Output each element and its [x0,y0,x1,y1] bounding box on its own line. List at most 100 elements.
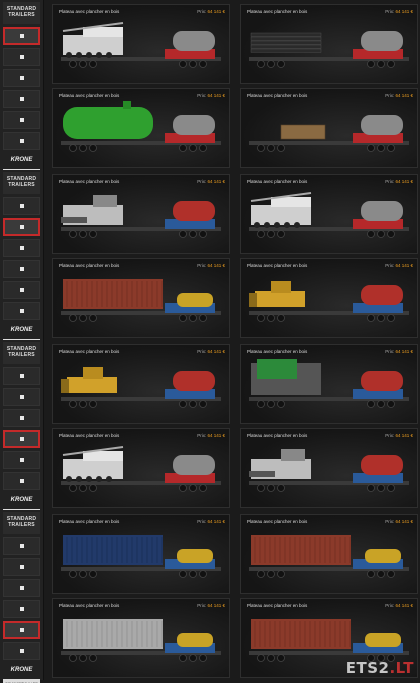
crane-cargo-icon [249,192,409,238]
trailer-variant-button[interactable] [3,451,40,469]
trailer-preview-card[interactable]: Plateau avec plancher en bois Prix: 64 14… [52,344,230,424]
card-price: Prix: 64 141 € [385,93,413,98]
price-label: Prix: [385,263,396,268]
price-label: Prix: [385,9,396,14]
trailer-render [61,279,221,322]
square-icon [19,649,24,653]
trailer-variant-button[interactable] [3,302,40,320]
trailer-section: STANDARD TRAILERSKRONESCHWARZMULLER Plate… [0,510,420,683]
trailer-preview-card[interactable]: Plateau avec plancher en bois Prix: 64 14… [240,4,418,84]
trailer-preview-card[interactable]: Plateau avec plancher en bois Prix: 64 14… [240,344,418,424]
card-price: Prix: 64 141 € [197,93,225,98]
trailer-preview-card[interactable]: Plateau avec plancher en bois Prix: 64 14… [52,598,230,678]
price-value: 64 141 € [395,349,413,354]
trailer-preview-card[interactable]: Plateau avec plancher en bois Prix: 64 14… [52,258,230,338]
trailer-variant-button[interactable] [3,579,40,597]
trailer-preview-card[interactable]: Plateau avec plancher en bois Prix: 64 14… [52,174,230,254]
trailer-variant-button[interactable] [3,197,40,215]
price-label: Prix: [197,179,208,184]
trailer-variant-button[interactable] [3,367,40,385]
price-label: Prix: [197,433,208,438]
trailer-variant-button[interactable] [3,111,40,129]
card-price: Prix: 64 141 € [197,179,225,184]
crane-cargo-icon [61,22,221,68]
trailer-render [61,195,221,238]
square-icon [19,246,24,250]
trailer-render [61,367,221,408]
trailer-variant-button[interactable] [3,409,40,427]
price-value: 64 141 € [207,263,225,268]
trailer-preview-card[interactable]: Plateau avec plancher en bois Prix: 64 14… [52,4,230,84]
trailer-preview-card[interactable]: Plateau avec plancher en bois Prix: 64 14… [240,514,418,594]
trailer-variant-button[interactable] [3,132,40,150]
price-label: Prix: [385,603,396,608]
square-icon [19,118,24,122]
harvester-cargo-icon [61,195,221,238]
price-value: 64 141 € [395,519,413,524]
trailer-variant-button[interactable] [3,537,40,555]
trailer-type-sidebar: STANDARD TRAILERSKRONESCHWARZMULLER [0,510,44,683]
trailer-variant-button[interactable] [3,558,40,576]
trailer-variant-button[interactable] [3,600,40,618]
watermark-suffix: .LT [389,659,414,677]
card-price: Prix: 64 141 € [385,519,413,524]
trailer-preview-card[interactable]: Plateau avec plancher en bois Prix: 64 14… [240,428,418,508]
trailer-variant-button[interactable] [3,27,40,45]
price-value: 64 141 € [207,519,225,524]
price-value: 64 141 € [395,9,413,14]
crate-cargo-icon [249,115,409,152]
card-price: Prix: 64 141 € [197,263,225,268]
bulldozer-cargo-icon [61,367,221,408]
trailer-variant-button[interactable] [3,388,40,406]
card-title: Plateau avec plancher en bois [59,263,120,268]
trailer-variant-button[interactable] [3,48,40,66]
trailer-render [249,281,409,322]
square-icon [19,628,24,632]
trailer-type-sidebar: STANDARD TRAILERSKRONESCHWARZMULLER [0,0,44,179]
card-title: Plateau avec plancher en bois [59,519,120,524]
trailer-preview-card[interactable]: Plateau avec plancher en bois Prix: 64 14… [52,514,230,594]
trailer-preview-card[interactable]: Plateau avec plancher en bois Prix: 64 14… [240,258,418,338]
card-price: Prix: 64 141 € [385,179,413,184]
card-title: Plateau avec plancher en bois [59,603,120,608]
trailer-preview-card[interactable]: Plateau avec plancher en bois Prix: 64 14… [240,174,418,254]
trailer-variant-button[interactable] [3,69,40,87]
trailer-preview-card[interactable]: Plateau avec plancher en bois Prix: 64 14… [240,88,418,168]
square-icon [19,479,24,483]
trailer-variant-button[interactable] [3,472,40,490]
trailer-variant-button[interactable] [3,239,40,257]
trailer-variant-button[interactable] [3,260,40,278]
card-price: Prix: 64 141 € [197,603,225,608]
square-icon [19,76,24,80]
card-title: Plateau avec plancher en bois [247,603,308,608]
price-label: Prix: [385,179,396,184]
trailer-variant-button[interactable] [3,430,40,448]
pipes-cargo-icon [249,31,409,68]
locomotive-cargo-icon [249,359,409,408]
card-title: Plateau avec plancher en bois [247,349,308,354]
square-icon [19,34,24,38]
trailer-preview-card[interactable]: Plateau avec plancher en bois Prix: 64 14… [52,428,230,508]
container-red-cargo-icon [61,279,221,322]
trailer-variant-button[interactable] [3,90,40,108]
card-title: Plateau avec plancher en bois [247,93,308,98]
card-price: Prix: 64 141 € [385,433,413,438]
square-icon [19,586,24,590]
trailer-variant-button[interactable] [3,218,40,236]
trailer-variant-button[interactable] [3,281,40,299]
trailer-section: STANDARD TRAILERSKRONESCHWARZMULLERPlate… [0,170,420,349]
square-icon [19,288,24,292]
price-label: Prix: [385,93,396,98]
square-icon [19,374,24,378]
price-label: Prix: [197,519,208,524]
crane-cargo-icon [61,446,221,492]
trailer-preview-card[interactable]: Plateau avec plancher en bois Prix: 64 14… [52,88,230,168]
trailer-render [249,535,409,578]
trailer-render [61,446,221,492]
bulldozer-cargo-icon [249,281,409,322]
card-title: Plateau avec plancher en bois [247,433,308,438]
price-value: 64 141 € [207,349,225,354]
trailer-variant-button[interactable] [3,621,40,639]
trailer-variant-button[interactable] [3,642,40,660]
trailer-render [61,101,221,152]
